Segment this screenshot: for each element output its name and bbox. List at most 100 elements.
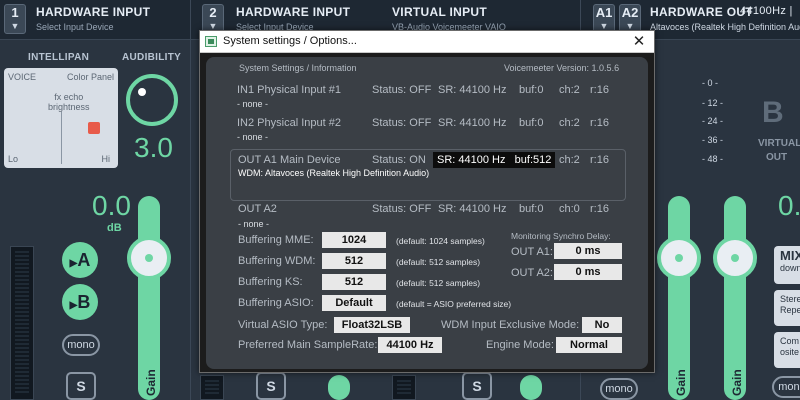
system-settings-dialog: System settings / Options... ✕ System Se… [199,30,655,373]
virtual-asio-type-field[interactable]: Float32LSB [334,317,410,333]
strip1-solo-button[interactable]: S [66,372,96,400]
chevron-down-icon: ▼ [10,21,20,31]
in1-device: - none - [237,99,269,109]
hardware-out-title: HARDWARE OUT [650,5,753,19]
strip1-level-meter [10,246,34,400]
strip1-bus-a-button[interactable]: ▶A [62,242,98,278]
intellipan-color-panel-label: Color Panel [66,72,114,82]
hardware-out-info: 44100Hz | [740,5,793,17]
virtual-asio-type-label: Virtual ASIO Type: [238,319,328,331]
buffering-asio-field[interactable]: Default [322,295,386,311]
strip1-mono-button[interactable]: mono [62,334,100,356]
engine-mode-field[interactable]: Normal [556,337,622,353]
buffering-asio-label: Buffering ASIO: [238,297,314,309]
buffering-ks-label: Buffering KS: [238,276,303,288]
intellipan-hi-label: Hi [101,154,111,164]
preferred-samplerate-label: Preferred Main SampleRate: [238,339,378,351]
close-icon[interactable]: ✕ [628,32,650,52]
synchro-delay-header: Monitoring Synchro Delay: [511,231,611,241]
synchro-a1-label: OUT A1: [511,246,553,258]
strip-divider [190,0,191,400]
dialog-titlebar[interactable]: System settings / Options... ✕ [200,31,654,53]
strip1-bus-b-button[interactable]: ▶B [62,284,98,320]
intellipan-panel[interactable]: VOICE Color Panel fx echo brightness Lo … [4,68,118,168]
intellipan-label: INTELLIPAN [28,52,90,63]
db-scale-label: - 24 - [702,116,724,126]
strip1-gain-label: Gain [144,369,158,396]
out-b-mono-button[interactable]: mono [772,376,800,398]
out-a1-status: Status: ON [372,154,426,166]
out-a1-samplerate: SR: 44100 Hz [437,154,506,166]
in1-buffer: buf:0 [519,84,544,96]
strip1-fader-handle[interactable] [127,236,171,280]
out-a1-gain-label: Gain [674,369,688,396]
engine-mode-label: Engine Mode: [486,339,554,351]
db-scale-label: - 48 - [702,154,724,164]
out-a1-device: WDM: Altavoces (Realtek High Definition … [238,168,430,178]
in2-channels: ch:2 [559,117,580,129]
intellipan-position-handle[interactable] [88,122,100,134]
knob-indicator [138,88,146,96]
buffering-asio-default: (default = ASIO preferred size) [396,299,512,309]
in2-status: Status: OFF [372,117,432,129]
hardware-out-device[interactable]: Altavoces (Realtek High Definition Aud [650,22,800,32]
intellipan-fx-label: fx echo brightness [48,92,90,112]
stereo-repeat-button[interactable]: Stere Repea [774,290,800,326]
in2-device: - none - [237,132,269,142]
out-a2-fader-handle[interactable] [713,236,757,280]
in1-status: Status: OFF [372,84,432,96]
out-a2-label: OUT A2 [238,203,277,215]
mix-down-button[interactable]: MIX down [774,246,800,284]
strip1-subtitle[interactable]: Select Input Device [36,22,114,32]
virtual-out-sublabel: OUT [766,152,788,163]
strip1-title: HARDWARE INPUT [36,5,151,19]
db-scale-label: - 0 - [702,78,719,88]
out-a1-samplerate-buffer-highlight: SR: 44100 Hz buf:512 [433,152,555,168]
wdm-exclusive-label: WDM Input Exclusive Mode: [441,319,580,331]
out-a1-fader-handle[interactable] [657,236,701,280]
in1-samplerate: SR: 44100 Hz [438,84,507,96]
out-a1-label: OUT A1 Main Device [238,154,341,166]
intellipan-crosshair [61,112,62,164]
virtual-level-meter [392,375,416,400]
out-a2-gain-label: Gain [730,369,744,396]
strip2-solo-button[interactable]: S [256,372,286,400]
intellipan-lo-label: Lo [8,154,19,164]
intellipan-voice-label: VOICE [8,72,37,82]
virtual-input-title: VIRTUAL INPUT [392,5,488,19]
wdm-exclusive-field[interactable]: No [582,317,622,333]
buffering-wdm-field[interactable]: 512 [322,253,386,269]
audibility-value: 3.0 [134,132,173,163]
out-a2-status: Status: OFF [372,203,432,215]
preferred-samplerate-field[interactable]: 44100 Hz [378,337,442,353]
synchro-a1-field[interactable]: 0 ms [554,243,622,259]
app-icon [205,36,217,47]
virtual-bus-letter: B [762,96,784,129]
audibility-label: AUDIBILITY [122,52,182,63]
strip1-gain-value: 0.0 [92,190,131,221]
out-a2-buffer: buf:0 [519,203,544,215]
in2-samplerate: SR: 44100 Hz [438,117,507,129]
virtual-out-label: VIRTUAL [758,138,800,149]
audibility-knob[interactable] [126,74,178,126]
virtual-solo-button[interactable]: S [462,372,492,400]
buffering-ks-field[interactable]: 512 [322,274,386,290]
out-a2-samplerate: SR: 44100 Hz [438,203,507,215]
buffering-mme-field[interactable]: 1024 [322,232,386,248]
out-a2-channels: ch:0 [559,203,580,215]
db-scale-label: - 12 - [702,98,724,108]
out-a1-buffer: buf:512 [514,154,552,166]
strip2-gain-fader[interactable] [328,375,350,400]
out-mono-button[interactable]: mono [600,378,638,400]
strip1-number-button[interactable]: 1 ▼ [4,4,26,34]
strip2-title: HARDWARE INPUT [236,5,351,19]
version-label: Voicemeeter Version: 1.0.5.6 [504,63,620,73]
db-scale-label: - 36 - [702,135,724,145]
dialog-title: System settings / Options... [223,35,357,47]
out-a2-device: - none - [238,219,270,229]
virtual-gain-fader[interactable] [520,375,542,400]
in2-resolution: r:16 [590,117,609,129]
in1-channels: ch:2 [559,84,580,96]
synchro-a2-field[interactable]: 0 ms [554,264,622,280]
composite-button[interactable]: Com osite [774,332,800,368]
